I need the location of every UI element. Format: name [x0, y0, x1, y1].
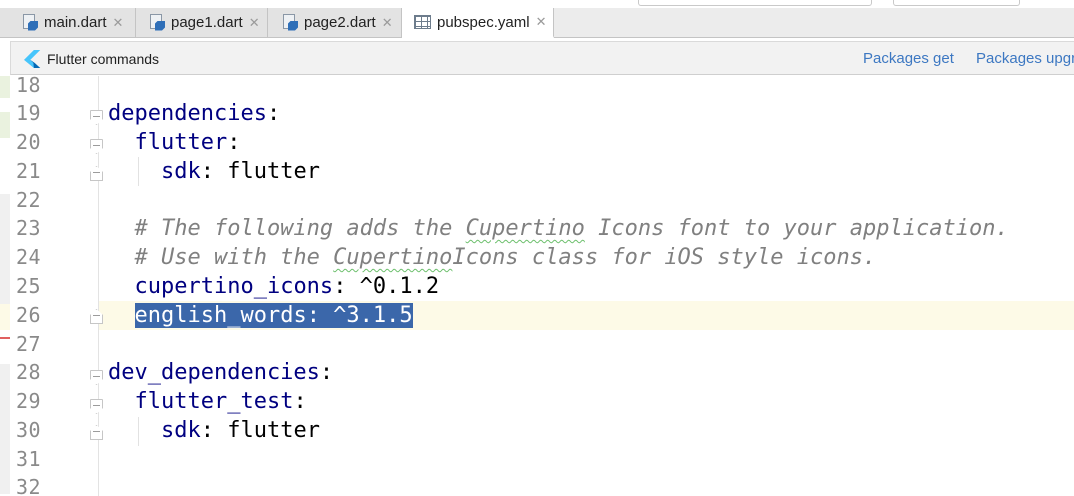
- line-number: 19: [16, 101, 42, 125]
- tab-main-dart[interactable]: main.dart ✕: [0, 8, 136, 37]
- flutter-logo-icon: [24, 50, 42, 68]
- flutter-commands-bar: Flutter commands Packages get Packages u…: [10, 41, 1074, 75]
- close-icon[interactable]: ✕: [249, 15, 260, 31]
- spell-check-underline: Cupertino: [465, 216, 585, 241]
- code-text: flutter:: [134, 130, 241, 155]
- code-line-30: 30 sdk: flutter: [0, 416, 1074, 445]
- code-line-26: 26 english_words: ^3.1.5: [0, 301, 1074, 330]
- code-line-19: 19 dependencies:: [0, 99, 1074, 128]
- line-number: 30: [16, 418, 42, 442]
- toolbar-remnant-left: [638, 0, 872, 6]
- packages-get-link[interactable]: Packages get: [863, 50, 954, 67]
- line-number: 31: [16, 447, 42, 471]
- line-number: 23: [16, 216, 42, 240]
- tab-label: page1.dart: [171, 14, 243, 31]
- line-number: 24: [16, 245, 42, 269]
- code-line-18: 18: [0, 76, 1074, 100]
- dart-file-icon: [282, 13, 300, 32]
- tab-page1-dart[interactable]: page1.dart ✕: [136, 8, 268, 37]
- line-number: 32: [16, 475, 42, 496]
- tab-label: pubspec.yaml: [437, 13, 530, 31]
- code-text: cupertino_icons: ^0.1.2: [134, 274, 440, 299]
- code-text: sdk: flutter: [160, 159, 320, 184]
- code-text-selected-line: english_words: ^3.1.5: [108, 301, 413, 330]
- spell-check-underline: Cupertino: [333, 245, 453, 270]
- line-number: 29: [16, 389, 42, 413]
- line-number: 25: [16, 274, 42, 298]
- toolbar-remnant-right: [893, 0, 1020, 6]
- code-text: dev_dependencies:: [108, 360, 334, 385]
- close-icon[interactable]: ✕: [382, 15, 393, 31]
- yaml-file-icon: [414, 15, 431, 29]
- code-line-29: 29 flutter_test:: [0, 387, 1074, 416]
- line-number: 21: [16, 159, 42, 183]
- code-line-22: 22: [0, 186, 1074, 215]
- code-text: sdk: flutter: [160, 418, 320, 443]
- close-icon[interactable]: ✕: [113, 15, 124, 31]
- tab-label: page2.dart: [304, 14, 376, 31]
- code-line-20: 20 flutter:: [0, 128, 1074, 157]
- code-editor[interactable]: 18 19 dependencies: 20 flutter: 21 sdk: …: [0, 76, 1074, 496]
- code-text: flutter_test:: [134, 389, 307, 414]
- editor-tab-bar: main.dart ✕ page1.dart ✕ page2.dart ✕ pu…: [0, 8, 1074, 38]
- code-line-31: 31: [0, 445, 1074, 474]
- code-comment: # Use with the CupertinoIcons class for …: [108, 245, 877, 270]
- tab-label: main.dart: [44, 14, 107, 31]
- code-text: dependencies:: [108, 101, 281, 126]
- text-selection[interactable]: english_words: ^3.1.5: [134, 303, 413, 328]
- code-line-23: 23 # The following adds the Cupertino Ic…: [0, 214, 1074, 243]
- code-line-21: 21 sdk: flutter: [0, 157, 1074, 186]
- tab-page2-dart[interactable]: page2.dart ✕: [268, 8, 402, 37]
- code-line-25: 25 cupertino_icons: ^0.1.2: [0, 272, 1074, 301]
- flutter-commands-title: Flutter commands: [47, 51, 160, 67]
- line-number: 26: [16, 303, 42, 327]
- tab-pubspec-yaml[interactable]: pubspec.yaml ✕: [402, 8, 554, 38]
- code-line-28: 28 dev_dependencies:: [0, 358, 1074, 387]
- packages-upgrade-link[interactable]: Packages upgra: [976, 50, 1074, 67]
- code-comment: # The following adds the Cupertino Icons…: [108, 216, 1009, 241]
- code-line-32: 32: [0, 473, 1074, 496]
- dart-file-icon: [149, 13, 167, 32]
- code-line-24: 24 # Use with the CupertinoIcons class f…: [0, 243, 1074, 272]
- line-number: 22: [16, 188, 42, 212]
- line-number: 18: [16, 76, 42, 97]
- line-number: 27: [16, 332, 42, 356]
- close-icon[interactable]: ✕: [536, 14, 547, 30]
- line-number: 20: [16, 130, 42, 154]
- dart-file-icon: [22, 13, 40, 32]
- code-line-27: 27: [0, 330, 1074, 359]
- line-number: 28: [16, 360, 42, 384]
